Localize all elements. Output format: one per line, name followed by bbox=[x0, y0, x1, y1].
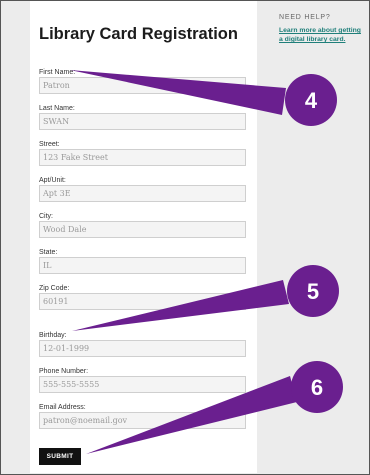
screenshot-frame: Library Card Registration First Name: La… bbox=[0, 0, 370, 475]
help-heading: NEED HELP? bbox=[279, 14, 331, 21]
last-name-label: Last Name: bbox=[39, 105, 75, 112]
phone-number-input[interactable] bbox=[39, 376, 246, 393]
city-label: City: bbox=[39, 213, 53, 220]
birthday-label: Birthday: bbox=[39, 332, 67, 339]
apt-unit-label: Apt/Unit: bbox=[39, 177, 66, 184]
submit-button[interactable]: SUBMIT bbox=[39, 448, 81, 465]
phone-number-label: Phone Number: bbox=[39, 368, 89, 375]
zip-code-input[interactable] bbox=[39, 293, 246, 310]
zip-code-label: Zip Code: bbox=[39, 285, 70, 292]
state-label: State: bbox=[39, 249, 58, 256]
email-address-input[interactable] bbox=[39, 412, 246, 429]
email-address-label: Email Address: bbox=[39, 404, 86, 411]
city-input[interactable] bbox=[39, 221, 246, 238]
first-name-label: First Name: bbox=[39, 69, 76, 76]
last-name-input[interactable] bbox=[39, 113, 246, 130]
digital-card-help-link[interactable]: Learn more about getting a digital libra… bbox=[279, 26, 364, 44]
birthday-input[interactable] bbox=[39, 340, 246, 357]
help-sidebar: NEED HELP? Learn more about getting a di… bbox=[279, 14, 364, 44]
apt-unit-input[interactable] bbox=[39, 185, 246, 202]
first-name-input[interactable] bbox=[39, 77, 246, 94]
registration-form: Library Card Registration First Name: La… bbox=[30, 1, 257, 473]
page-title: Library Card Registration bbox=[39, 25, 238, 43]
state-input[interactable] bbox=[39, 257, 246, 274]
street-label: Street: bbox=[39, 141, 60, 148]
street-input[interactable] bbox=[39, 149, 246, 166]
